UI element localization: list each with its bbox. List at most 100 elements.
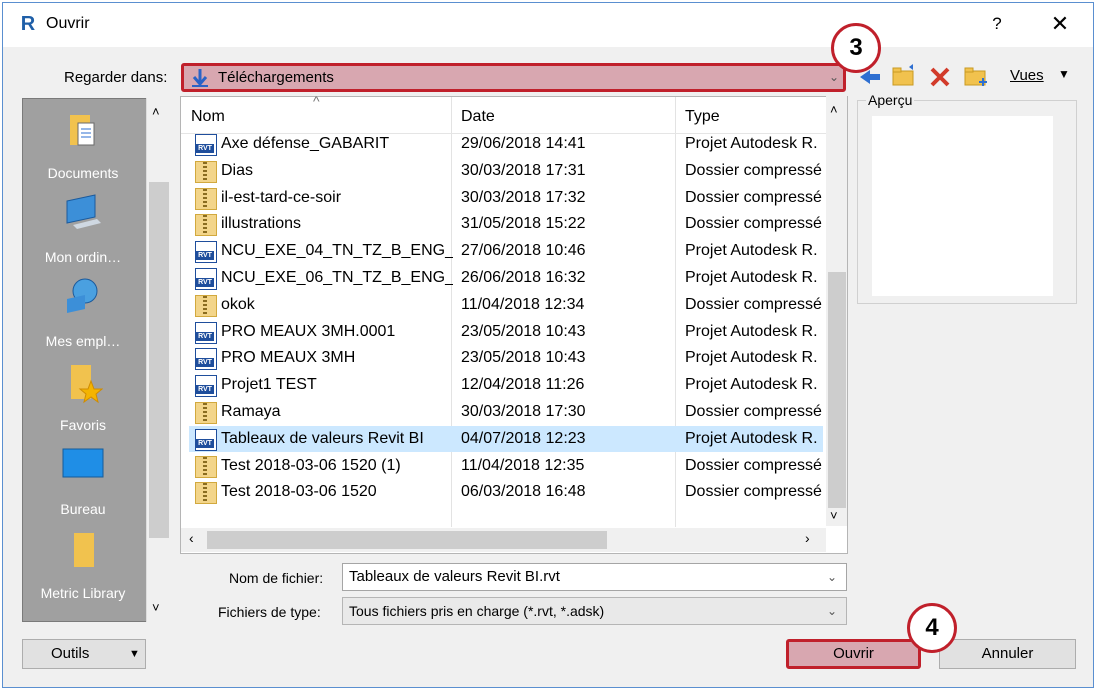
close-button[interactable]: ✕: [1040, 8, 1080, 40]
file-row[interactable]: RVT PRO MEAUX 3MH 23/05/2018 10:43 Projet A…: [189, 345, 823, 371]
chevron-down-icon[interactable]: ⌄: [827, 598, 837, 624]
filetype-label: Fichiers de type:: [218, 604, 321, 620]
file-name: PRO MEAUX 3MH: [221, 349, 356, 367]
file-row[interactable]: Ramaya 30/03/2018 17:30 Dossier compressé: [189, 399, 823, 425]
new-folder-icon[interactable]: [963, 64, 989, 88]
file-row[interactable]: Dias 30/03/2018 17:31 Dossier compressé: [189, 158, 823, 184]
file-date: 23/05/2018 10:43: [461, 322, 586, 340]
file-row[interactable]: okok 11/04/2018 12:34 Dossier compressé: [189, 292, 823, 318]
sort-indicator: ^: [313, 93, 320, 109]
file-name: PRO MEAUX 3MH.0001: [221, 322, 396, 340]
file-date: 29/06/2018 14:41: [461, 135, 586, 152]
revit-file-icon: RVT: [195, 268, 217, 290]
views-menu[interactable]: Vues: [1010, 67, 1044, 84]
file-row[interactable]: Test 2018-03-06 1520 (1) 11/04/2018 12:35…: [189, 453, 823, 479]
scroll-down-icon[interactable]: ˅: [152, 600, 160, 615]
filetype-select[interactable]: Tous fichiers pris en charge (*.rvt, *.a…: [342, 597, 847, 625]
file-list-hscrollbar[interactable]: ‹ ›: [181, 528, 826, 552]
revit-file-icon: RVT: [195, 348, 217, 371]
annotation-badge-4: 4: [907, 603, 957, 653]
file-row[interactable]: RVT Axe défense_GABARIT 29/06/2018 14:41 Pr…: [189, 131, 823, 157]
scroll-left-icon[interactable]: ‹: [189, 530, 194, 546]
file-type: Projet Autodesk R.: [685, 135, 818, 152]
file-row[interactable]: illustrations 31/05/2018 15:22 Dossier com…: [189, 211, 823, 237]
back-arrow-icon[interactable]: [858, 66, 882, 88]
dropdown-arrow-icon: ▼: [129, 648, 140, 660]
network-icon: [67, 278, 98, 313]
file-date: 23/05/2018 10:43: [461, 349, 586, 367]
delete-icon[interactable]: [929, 66, 951, 88]
file-date: 30/03/2018 17:32: [461, 188, 586, 206]
scroll-down-icon[interactable]: ˅: [830, 508, 838, 523]
place-label: Mes empl…: [45, 333, 121, 349]
help-button[interactable]: ?: [982, 8, 1012, 40]
scroll-up-icon[interactable]: ˄: [152, 104, 160, 119]
place-label: Metric Library: [40, 585, 126, 601]
file-date: 31/05/2018 15:22: [461, 215, 586, 233]
file-date: 30/03/2018 17:30: [461, 403, 586, 420]
file-type: Projet Autodesk R.: [685, 242, 818, 260]
place-metric-library[interactable]: Metric Library: [23, 529, 143, 609]
open-button[interactable]: Ouvrir: [786, 639, 921, 669]
preview-area: [872, 116, 1053, 296]
scroll-right-icon[interactable]: ›: [805, 530, 810, 546]
column-header-date[interactable]: Date: [461, 101, 495, 133]
zip-folder-icon: [195, 455, 217, 478]
filename-input[interactable]: Tableaux de valeurs Revit BI.rvt ⌄: [342, 563, 847, 591]
file-row[interactable]: Test 2018-03-06 1520 06/03/2018 16:48 Doss…: [189, 479, 823, 505]
place-favorites[interactable]: Favoris: [23, 361, 143, 441]
chevron-down-icon[interactable]: ⌄: [827, 564, 837, 590]
place-label: Favoris: [60, 417, 106, 433]
file-row[interactable]: RVT NCU_EXE_04_TN_TZ_B_ENG_... 27/06/2018 …: [189, 238, 823, 264]
file-row[interactable]: RVT Projet1 TEST 12/04/2018 11:26 Projet Au…: [189, 372, 823, 398]
place-network[interactable]: Mes empl…: [23, 277, 143, 357]
zip-folder-icon: [195, 402, 217, 424]
documents-icon: [70, 115, 95, 146]
file-date: 12/04/2018 11:26: [461, 376, 585, 394]
file-date: 30/03/2018 17:31: [461, 161, 586, 179]
file-list: ^ Nom Date Type RVT Axe défense_GABARIT 29…: [180, 93, 848, 554]
file-date: 11/04/2018 12:35: [461, 456, 585, 474]
zip-folder-icon: [195, 214, 217, 237]
favorites-icon: [71, 365, 103, 404]
file-row[interactable]: RVT Tableaux de valeurs Revit BI 04/07/201…: [189, 425, 823, 452]
file-row[interactable]: il-est-tard-ce-soir 30/03/2018 17:32 Dossi…: [189, 185, 823, 211]
file-type: Projet Autodesk R.: [685, 376, 818, 394]
file-date: 11/04/2018 12:34: [461, 295, 585, 313]
file-name: Tableaux de valeurs Revit BI: [221, 429, 424, 447]
file-row[interactable]: RVT PRO MEAUX 3MH.0001 23/05/2018 10:43 Pro…: [189, 319, 823, 345]
file-type: Dossier compressé: [685, 188, 822, 206]
file-list-vscrollbar[interactable]: ˄ ˅: [826, 96, 847, 526]
file-list-vscroll-thumb[interactable]: [828, 272, 846, 508]
file-name: Ramaya: [221, 403, 281, 420]
lookin-combo[interactable]: Téléchargements ⌄: [181, 63, 846, 92]
folder-icon: [74, 533, 94, 567]
cancel-button[interactable]: Annuler: [939, 639, 1076, 669]
scroll-up-icon[interactable]: ˄: [830, 102, 838, 117]
file-date: 04/07/2018 12:23: [461, 429, 586, 447]
file-row[interactable]: RVT NCU_EXE_06_TN_TZ_B_ENG_... 26/06/2018 …: [189, 265, 823, 291]
column-header-name[interactable]: Nom: [191, 101, 225, 133]
file-name: Axe défense_GABARIT: [221, 135, 390, 152]
file-type: Dossier compressé: [685, 161, 822, 179]
zip-folder-icon: [195, 160, 217, 183]
views-dropdown-icon[interactable]: ▼: [1058, 67, 1070, 81]
chevron-down-icon: ⌄: [829, 70, 840, 84]
place-desktop[interactable]: Bureau: [23, 445, 143, 525]
file-type: Dossier compressé: [685, 295, 822, 313]
file-list-hscroll-thumb[interactable]: [207, 531, 607, 549]
place-documents[interactable]: Documents: [23, 109, 143, 189]
places-scrollbar[interactable]: ˄ ˅: [146, 98, 170, 622]
place-label: Bureau: [60, 501, 106, 517]
revit-app-icon: R: [20, 13, 36, 35]
tools-button[interactable]: Outils ▼: [22, 639, 146, 669]
up-folder-icon[interactable]: [891, 64, 917, 88]
column-header-type[interactable]: Type: [685, 101, 720, 133]
places-scroll-thumb[interactable]: [149, 182, 169, 538]
file-rows: RVT Axe défense_GABARIT 29/06/2018 14:41 Pr…: [181, 131, 827, 511]
place-computer[interactable]: Mon ordin…: [23, 193, 143, 273]
file-name: Projet1 TEST: [221, 376, 317, 394]
file-type: Dossier compressé: [685, 483, 822, 501]
desktop-icon: [62, 448, 104, 478]
file-name: illustrations: [221, 215, 302, 233]
